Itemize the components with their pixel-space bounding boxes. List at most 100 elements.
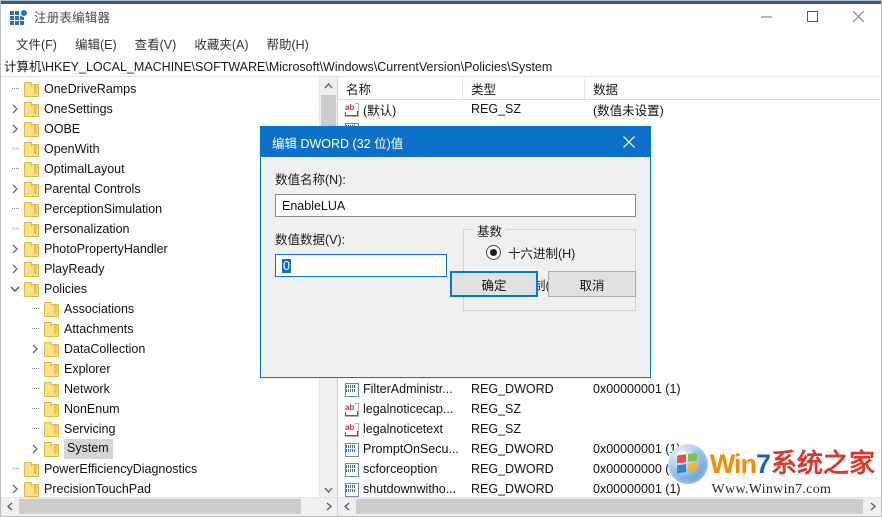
tree-guide bbox=[27, 321, 43, 337]
tree-item-system[interactable]: System bbox=[1, 439, 320, 459]
chevron-right-icon[interactable] bbox=[7, 481, 23, 497]
value-row[interactable]: PromptOnSecu... REG_DWORD 0x00000001 (1) bbox=[338, 439, 881, 459]
dword-value-icon bbox=[343, 482, 360, 497]
dword-value-icon bbox=[343, 382, 360, 397]
title-bar: 注册表编辑器 bbox=[1, 1, 881, 33]
dialog-title: 编辑 DWORD (32 位)值 bbox=[272, 136, 404, 151]
folder-icon bbox=[23, 182, 39, 197]
folder-icon bbox=[23, 222, 39, 237]
menu-favorites[interactable]: 收藏夹(A) bbox=[185, 32, 257, 55]
base-radio-group: 基数 十六进制(H) 十进制(D) bbox=[462, 221, 636, 311]
ok-button[interactable]: 确定 bbox=[450, 271, 538, 297]
menu-view[interactable]: 查看(V) bbox=[126, 32, 186, 55]
folder-icon bbox=[43, 382, 59, 397]
tree-guide bbox=[7, 461, 23, 477]
tree-item-label: OpenWith bbox=[44, 141, 100, 156]
values-horizontal-scrollbar[interactable] bbox=[338, 497, 881, 516]
window-title: 注册表编辑器 bbox=[34, 11, 111, 25]
tree-item-label: PhotoPropertyHandler bbox=[44, 241, 168, 256]
tree-horizontal-scrollbar[interactable] bbox=[1, 497, 337, 516]
value-data-cell: 0x00000001 (1) bbox=[593, 382, 681, 396]
folder-icon bbox=[43, 422, 59, 437]
edit-dword-dialog: 编辑 DWORD (32 位)值 数值名称(N): EnableLUA 数值数据… bbox=[260, 126, 651, 378]
chevron-right-icon[interactable] bbox=[7, 181, 23, 197]
chevron-right-icon[interactable] bbox=[7, 121, 23, 137]
folder-icon bbox=[43, 302, 59, 317]
scroll-left-icon[interactable] bbox=[338, 498, 355, 515]
close-icon[interactable] bbox=[608, 127, 650, 157]
value-name-text: legalnoticecap... bbox=[363, 402, 454, 416]
value-name-cell: FilterAdministr... bbox=[338, 382, 463, 397]
menu-bar: 文件(F) 编辑(E) 查看(V) 收藏夹(A) 帮助(H) bbox=[1, 32, 881, 54]
chevron-down-icon[interactable] bbox=[7, 281, 23, 297]
value-name-cell: PromptOnSecu... bbox=[338, 442, 463, 457]
folder-icon bbox=[23, 482, 39, 497]
dialog-middle-row: 数值数据(V): 0 基数 十六进制(H) 十进制(D) bbox=[275, 221, 636, 311]
maximize-icon[interactable] bbox=[789, 1, 835, 32]
tree-guide bbox=[7, 201, 23, 217]
value-type-cell: REG_SZ bbox=[471, 422, 522, 436]
value-data-text: 0 bbox=[282, 258, 291, 273]
tree-item-precisiontouchpad[interactable]: PrecisionTouchPad bbox=[1, 479, 320, 497]
value-name-cell: shutdownwitho... bbox=[338, 482, 463, 497]
chevron-right-icon[interactable] bbox=[7, 241, 23, 257]
value-name-text: scforceoption bbox=[363, 462, 438, 476]
radio-hexadecimal[interactable]: 十六进制(H) bbox=[485, 243, 635, 262]
column-header-data[interactable]: 数据 bbox=[585, 78, 881, 99]
value-row[interactable]: ab (默认) REG_SZ (数值未设置) bbox=[338, 99, 881, 119]
value-data-column: 数值数据(V): 0 bbox=[275, 229, 455, 311]
folder-icon bbox=[23, 82, 39, 97]
scroll-up-icon[interactable] bbox=[320, 77, 337, 94]
string-value-icon: ab bbox=[343, 422, 360, 437]
column-header-type[interactable]: 类型 bbox=[463, 77, 585, 99]
menu-help[interactable]: 帮助(H) bbox=[257, 32, 317, 55]
chevron-right-icon[interactable] bbox=[27, 441, 43, 457]
value-data-label: 数值数据(V): bbox=[275, 233, 346, 247]
menu-edit[interactable]: 编辑(E) bbox=[66, 32, 126, 55]
cancel-button[interactable]: 取消 bbox=[548, 271, 636, 297]
dword-value-icon bbox=[343, 442, 360, 457]
value-name-input[interactable]: EnableLUA bbox=[275, 194, 636, 217]
value-row[interactable]: scforceoption REG_DWORD 0x00000000 (0) bbox=[338, 459, 881, 479]
tree-item-servicing[interactable]: Servicing bbox=[1, 419, 320, 439]
value-data-input[interactable]: 0 bbox=[275, 254, 447, 277]
tree-item-label: PlayReady bbox=[44, 261, 105, 276]
tree-guide bbox=[27, 421, 43, 437]
chevron-right-icon[interactable] bbox=[7, 101, 23, 117]
folder-icon bbox=[43, 402, 59, 417]
minimize-icon[interactable] bbox=[743, 1, 789, 32]
tree-item-powerefficiencydiagnostics[interactable]: PowerEfficiencyDiagnostics bbox=[1, 459, 320, 479]
folder-icon bbox=[23, 462, 39, 477]
tree-item-onesettings[interactable]: OneSettings bbox=[1, 99, 320, 119]
values-hscroll-thumb[interactable] bbox=[356, 499, 863, 514]
menu-file[interactable]: 文件(F) bbox=[7, 32, 66, 55]
tree-item-label: PerceptionSimulation bbox=[44, 201, 163, 216]
tree-item-nonenum[interactable]: NonEnum bbox=[1, 399, 320, 419]
tree-item-onedriveramps[interactable]: OneDriveRamps bbox=[1, 79, 320, 99]
base-group-label: 基数 bbox=[472, 221, 506, 240]
chevron-right-icon[interactable] bbox=[27, 341, 43, 357]
value-data-cell: (数值未设置) bbox=[593, 103, 664, 118]
value-row[interactable]: shutdownwitho... REG_DWORD 0x00000001 (1) bbox=[338, 479, 881, 498]
scroll-left-icon[interactable] bbox=[1, 498, 18, 515]
dialog-body: 数值名称(N): EnableLUA 数值数据(V): 0 基数 十六进制(H) bbox=[261, 157, 650, 311]
folder-icon bbox=[23, 102, 39, 117]
value-row[interactable]: ab legalnoticetext REG_SZ bbox=[338, 419, 881, 439]
value-row[interactable]: FilterAdministr... REG_DWORD 0x00000001 (1… bbox=[338, 379, 881, 399]
tree-guide bbox=[7, 141, 23, 157]
tree-item-network[interactable]: Network bbox=[1, 379, 320, 399]
scroll-right-icon[interactable] bbox=[864, 498, 881, 515]
registry-editor-icon bbox=[10, 9, 28, 26]
registry-editor-window: 注册表编辑器 文件(F) 编辑(E) 查看(V) 收藏夹(A) 帮助(H) 计算… bbox=[0, 0, 882, 517]
address-bar[interactable]: 计算机\HKEY_LOCAL_MACHINE\SOFTWARE\Microsof… bbox=[1, 54, 881, 77]
tree-item-label: OOBE bbox=[44, 121, 81, 136]
tree-hscroll-thumb[interactable] bbox=[19, 499, 301, 514]
scroll-down-icon[interactable] bbox=[320, 481, 337, 498]
close-icon[interactable] bbox=[835, 1, 881, 32]
value-row[interactable]: ab legalnoticecap... REG_SZ bbox=[338, 399, 881, 419]
chevron-right-icon[interactable] bbox=[7, 261, 23, 277]
scroll-right-icon[interactable] bbox=[320, 498, 337, 515]
value-name-text: legalnoticetext bbox=[363, 422, 443, 436]
column-header-name[interactable]: 名称 bbox=[338, 77, 463, 99]
value-name-text: FilterAdministr... bbox=[363, 382, 453, 396]
